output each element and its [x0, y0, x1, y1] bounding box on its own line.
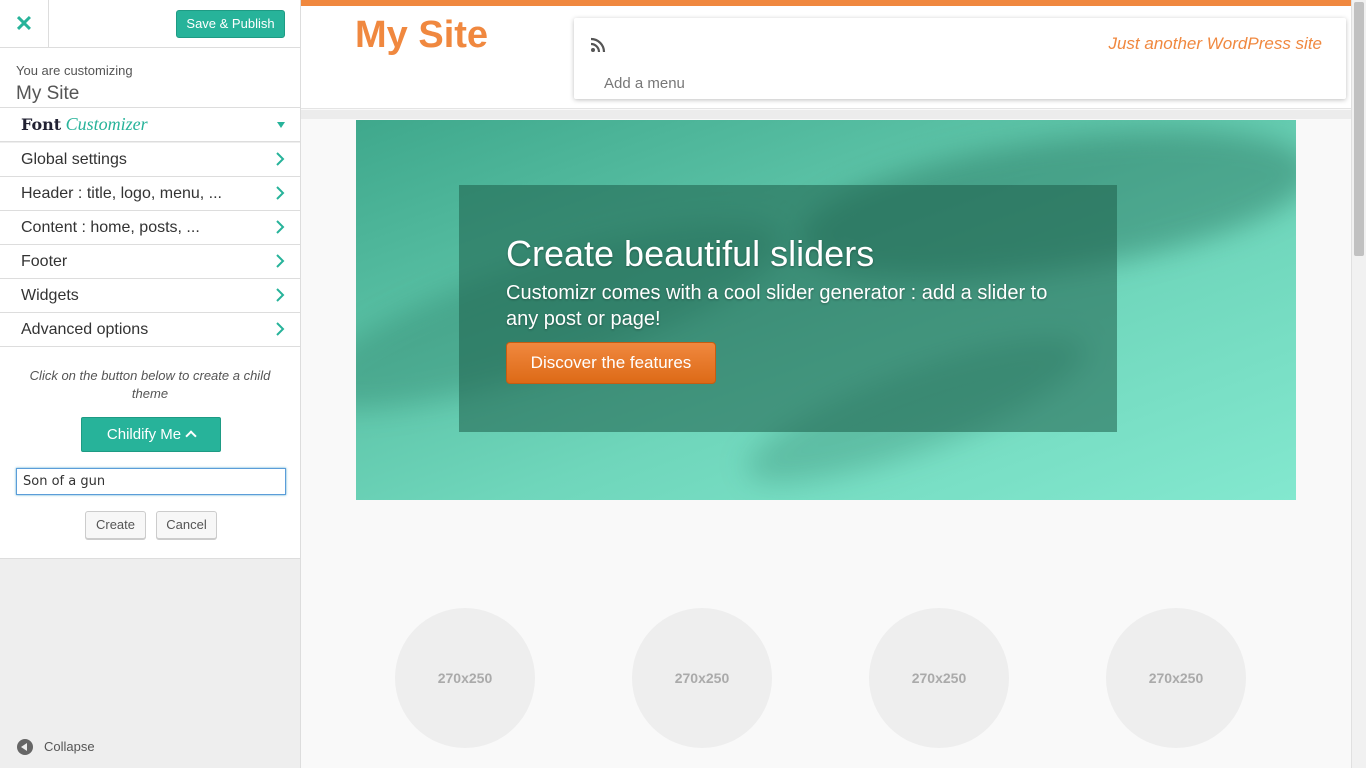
section-header[interactable]: Header : title, logo, menu, ... — [0, 177, 300, 211]
header-divider — [301, 110, 1351, 119]
section-label: Global settings — [21, 151, 127, 168]
font-customizer-label: Font Customizer — [21, 114, 148, 134]
rss-icon[interactable] — [590, 37, 606, 53]
section-label: Widgets — [21, 287, 79, 304]
collapse-icon — [17, 739, 33, 755]
section-label: Content : home, posts, ... — [21, 219, 200, 236]
section-advanced-options[interactable]: Advanced options — [0, 313, 300, 347]
create-button[interactable]: Create — [85, 511, 146, 539]
customizer-sidebar: ✕ Save & Publish You are customizing My … — [0, 0, 301, 768]
section-footer[interactable]: Footer — [0, 245, 300, 279]
featured-thumbnail[interactable]: 270x250 — [632, 608, 772, 748]
cancel-button[interactable]: Cancel — [156, 511, 217, 539]
section-content[interactable]: Content : home, posts, ... — [0, 211, 300, 245]
childify-instructions: Click on the button below to create a ch… — [29, 368, 271, 401]
chevron-right-icon — [276, 220, 285, 234]
section-label: Advanced options — [21, 321, 149, 338]
section-label: Footer — [21, 253, 68, 270]
customizing-label: You are customizing — [16, 63, 133, 78]
childify-me-button[interactable]: Childify Me — [81, 417, 221, 452]
section-global-settings[interactable]: Global settings — [0, 143, 300, 177]
chevron-right-icon — [276, 254, 285, 268]
childify-panel: Click on the button below to create a ch… — [0, 347, 300, 559]
hero-slider: Create beautiful sliders Customizr comes… — [356, 120, 1296, 500]
add-menu-link[interactable]: Add a menu — [604, 75, 685, 92]
featured-thumbnail[interactable]: 270x250 — [1106, 608, 1246, 748]
chevron-right-icon — [276, 186, 285, 200]
slider-caption: Create beautiful sliders Customizr comes… — [459, 185, 1117, 432]
close-icon: ✕ — [14, 11, 34, 36]
slide-text: Customizr comes with a cool slider gener… — [506, 282, 1048, 330]
discover-features-button[interactable]: Discover the features — [506, 342, 716, 384]
sidebar-header: ✕ Save & Publish — [0, 0, 300, 48]
childify-button-label: Childify Me — [106, 426, 182, 443]
preview-scrollbar[interactable] — [1351, 0, 1366, 768]
site-tagline: Just another WordPress site — [1108, 34, 1322, 53]
section-widgets[interactable]: Widgets — [0, 279, 300, 313]
child-theme-name-input[interactable] — [16, 468, 286, 495]
collapse-label: Collapse — [44, 739, 95, 754]
scrollbar-thumb[interactable] — [1354, 2, 1364, 256]
customizing-site-name: My Site — [16, 83, 80, 104]
featured-thumbnail[interactable]: 270x250 — [869, 608, 1009, 748]
slide-title: Create beautiful sliders — [506, 233, 875, 274]
customizing-info-panel[interactable]: You are customizing My Site — [0, 48, 300, 120]
chevron-right-icon — [276, 288, 285, 302]
section-font-customizer[interactable]: Font Customizer — [0, 108, 300, 142]
navbar: Just another WordPress site Add a menu — [574, 18, 1346, 99]
close-customizer-button[interactable]: ✕ — [0, 0, 49, 48]
site-header: My Site Just another WordPress site Add … — [301, 6, 1351, 109]
site-title[interactable]: My Site — [355, 14, 488, 57]
chevron-right-icon — [276, 322, 285, 336]
expand-triangle-icon — [277, 122, 285, 128]
chevron-right-icon — [276, 152, 285, 166]
chevron-up-icon — [185, 430, 197, 442]
section-label: Header : title, logo, menu, ... — [21, 185, 222, 202]
save-publish-button[interactable]: Save & Publish — [176, 10, 285, 38]
featured-thumbnail[interactable]: 270x250 — [395, 608, 535, 748]
site-preview: My Site Just another WordPress site Add … — [301, 0, 1351, 768]
